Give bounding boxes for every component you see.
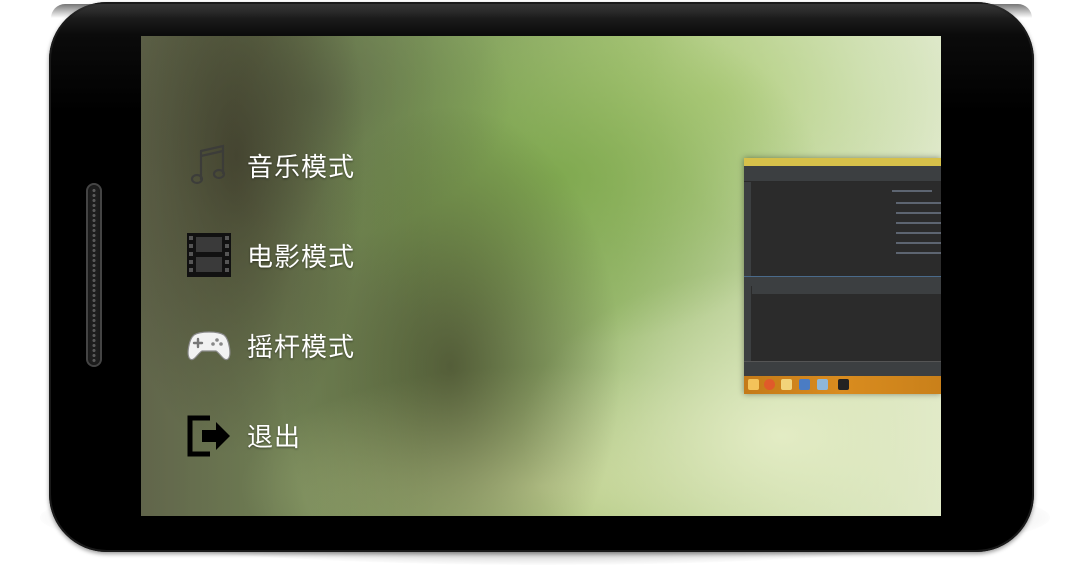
exit-icon	[185, 411, 233, 459]
film-strip-icon	[185, 231, 233, 279]
ide-app-icon	[817, 379, 828, 390]
speaker-dots	[90, 188, 98, 362]
preview-bottom-panel	[752, 285, 941, 361]
browser-icon	[764, 379, 775, 390]
menu-item-label: 音乐模式	[247, 152, 356, 183]
gamepad-icon	[185, 321, 233, 369]
preview-toolbar	[744, 173, 941, 182]
start-icon	[748, 379, 759, 390]
menu-item-music-mode[interactable]: 音乐模式	[185, 140, 445, 190]
folder-icon	[781, 379, 792, 390]
preview-status-bar	[744, 361, 941, 377]
word-icon	[799, 379, 810, 390]
phone-rim	[51, 4, 1032, 18]
preview-menu-bar	[744, 166, 941, 173]
app-root: 音乐模式 电影模式 摇杆模式 退出	[0, 0, 1083, 575]
preview-taskbar	[744, 376, 941, 394]
menu-item-label: 电影模式	[247, 242, 356, 273]
menu-item-exit[interactable]: 退出	[185, 410, 445, 460]
terminal-icon	[838, 379, 849, 390]
desktop-preview	[744, 158, 941, 394]
menu-item-label: 摇杆模式	[247, 332, 356, 363]
preview-title-bar	[744, 158, 941, 166]
menu-item-movie-mode[interactable]: 电影模式	[185, 230, 445, 280]
menu-item-joystick-mode[interactable]: 摇杆模式	[185, 320, 445, 370]
menu-item-label: 退出	[247, 422, 302, 453]
preview-editor	[752, 182, 941, 276]
screen: 音乐模式 电影模式 摇杆模式 退出	[141, 36, 941, 516]
preview-panel-bar	[752, 285, 941, 294]
speaker-grille	[86, 183, 102, 367]
music-notes-icon	[185, 141, 233, 189]
